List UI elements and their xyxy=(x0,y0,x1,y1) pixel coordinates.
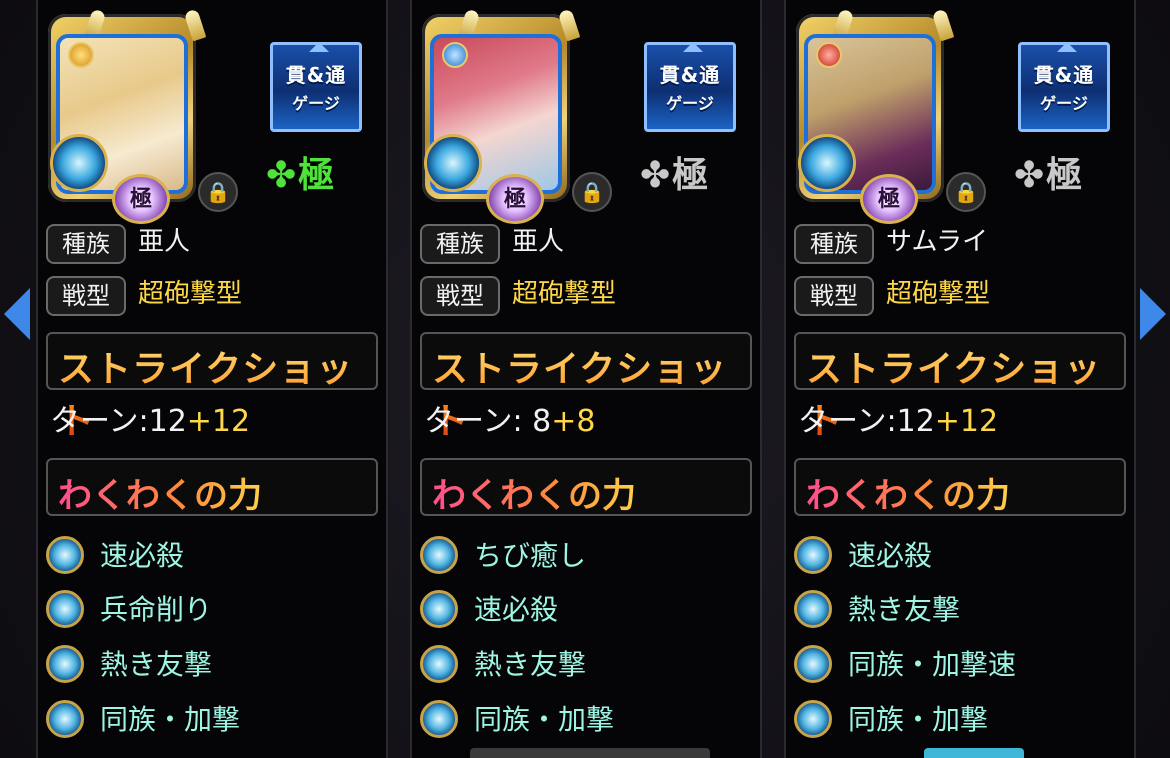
wakuwaku-title: わくわくの力 xyxy=(58,468,262,517)
kiwami-badge-icon: 極 xyxy=(860,174,918,224)
monster-portrait[interactable]: 極 🔒 xyxy=(48,8,238,224)
clover-icon: ✤極 xyxy=(1014,155,1085,196)
ability-orb-icon xyxy=(46,590,84,628)
type-value: 超砲撃型 xyxy=(138,279,243,309)
turn-base: 12 xyxy=(896,404,935,439)
ability-name: 同族・加撃 xyxy=(848,703,989,736)
wakuwaku-title: わくわくの力 xyxy=(432,468,636,517)
strike-shot-box[interactable]: ストライクショット xyxy=(46,332,378,442)
tribe-value: サムライ xyxy=(886,227,989,257)
turn-count: ターン:12+12 xyxy=(50,400,250,444)
monster-portrait[interactable]: 極 🔒 xyxy=(422,8,612,224)
gauge-badge-line2: ゲージ xyxy=(292,94,340,113)
ability-orb-icon xyxy=(46,700,84,738)
wakuwaku-box[interactable]: わくわくの力 xyxy=(46,458,378,516)
type-value: 超砲撃型 xyxy=(512,279,617,309)
lock-icon[interactable]: 🔒 xyxy=(946,172,986,212)
gauge-badge-icon: 貫&通 ゲージ xyxy=(1018,42,1110,132)
turn-plus: +12 xyxy=(934,404,999,439)
gauge-badge-line2: ゲージ xyxy=(666,94,714,113)
gauge-badge-line1: 貫&通 xyxy=(659,63,721,87)
gauge-badge-line1: 貫&通 xyxy=(1033,63,1095,87)
fire-element-icon xyxy=(816,42,842,68)
gauge-badge-line2: ゲージ xyxy=(1040,94,1088,113)
turn-plus: +12 xyxy=(186,404,251,439)
tribe-value: 亜人 xyxy=(512,227,565,257)
strike-shot-box[interactable]: ストライクショット xyxy=(794,332,1126,442)
type-value: 超砲撃型 xyxy=(886,279,991,309)
light-element-icon xyxy=(68,42,94,68)
turn-plus: +8 xyxy=(551,404,596,439)
wakuwaku-box[interactable]: わくわくの力 xyxy=(420,458,752,516)
monster-portrait[interactable]: 極 🔒 xyxy=(796,8,986,224)
turn-count: ターン:12+12 xyxy=(798,400,998,444)
ability-orb-icon xyxy=(794,645,832,683)
ability-orb-icon xyxy=(420,645,458,683)
ability-name: 速必殺 xyxy=(848,539,933,572)
gauge-badge-icon: 貫&通 ゲージ xyxy=(644,42,736,132)
turn-count: ターン: 8+8 xyxy=(424,400,595,444)
ability-orb-icon xyxy=(46,645,84,683)
gauge-orb-icon xyxy=(50,134,108,192)
ability-orb-icon xyxy=(420,700,458,738)
ability-name: 速必殺 xyxy=(474,593,559,626)
prev-arrow-icon[interactable] xyxy=(4,288,30,340)
up-arrow-icon xyxy=(309,42,329,52)
wakuwaku-title: わくわくの力 xyxy=(806,468,1010,517)
tribe-label: 種族 xyxy=(420,224,500,264)
tribe-label: 種族 xyxy=(794,224,874,264)
monster-card-3[interactable]: 極 🔒 貫&通 ゲージ ✤極 種族 サムライ 戦型 超砲撃型 ストライクショット… xyxy=(784,0,1136,758)
ability-name: 速必殺 xyxy=(100,539,185,572)
lock-icon[interactable]: 🔒 xyxy=(572,172,612,212)
page-indicator-bar[interactable] xyxy=(470,748,710,758)
clover-icon: ✤極 xyxy=(640,155,711,196)
tribe-label: 種族 xyxy=(46,224,126,264)
bottom-button[interactable] xyxy=(924,748,1024,758)
ability-orb-icon xyxy=(794,536,832,574)
ability-orb-icon xyxy=(420,536,458,574)
monster-card-1[interactable]: 極 🔒 貫&通 ゲージ ✤極 種族 亜人 戦型 超砲撃型 ストライクショット タ… xyxy=(36,0,388,758)
turn-base: 12 xyxy=(148,404,187,439)
gauge-orb-icon xyxy=(424,134,482,192)
next-arrow-icon[interactable] xyxy=(1140,288,1166,340)
lock-icon[interactable]: 🔒 xyxy=(198,172,238,212)
ability-orb-icon xyxy=(794,590,832,628)
ability-orb-icon xyxy=(420,590,458,628)
monster-card-2[interactable]: 極 🔒 貫&通 ゲージ ✤極 種族 亜人 戦型 超砲撃型 ストライクショット タ… xyxy=(410,0,762,758)
turn-base: 8 xyxy=(522,404,552,439)
type-label: 戦型 xyxy=(794,276,874,316)
turn-prefix: ターン: xyxy=(424,404,523,439)
gauge-orb-icon xyxy=(798,134,856,192)
kiwami-badge-icon: 極 xyxy=(486,174,544,224)
type-label: 戦型 xyxy=(420,276,500,316)
kiwami-badge-icon: 極 xyxy=(112,174,170,224)
strike-shot-box[interactable]: ストライクショット xyxy=(420,332,752,442)
ability-name: ちび癒し xyxy=(474,539,587,572)
ability-name: 兵命削り xyxy=(100,593,213,626)
ability-name: 熱き友撃 xyxy=(474,648,587,681)
wakuwaku-box[interactable]: わくわくの力 xyxy=(794,458,1126,516)
ability-name: 同族・加撃 xyxy=(100,703,241,736)
up-arrow-icon xyxy=(683,42,703,52)
ability-name: 同族・加撃速 xyxy=(848,648,1017,681)
type-label: 戦型 xyxy=(46,276,126,316)
up-arrow-icon xyxy=(1057,42,1077,52)
clover-icon: ✤極 xyxy=(266,155,337,196)
ability-name: 熱き友撃 xyxy=(100,648,213,681)
water-element-icon xyxy=(442,42,468,68)
ability-orb-icon xyxy=(46,536,84,574)
gauge-badge-line1: 貫&通 xyxy=(285,63,347,87)
ability-name: 同族・加撃 xyxy=(474,703,615,736)
tribe-value: 亜人 xyxy=(138,227,191,257)
gauge-badge-icon: 貫&通 ゲージ xyxy=(270,42,362,132)
ability-orb-icon xyxy=(794,700,832,738)
ability-name: 熱き友撃 xyxy=(848,593,961,626)
turn-prefix: ターン: xyxy=(50,404,149,439)
turn-prefix: ターン: xyxy=(798,404,897,439)
